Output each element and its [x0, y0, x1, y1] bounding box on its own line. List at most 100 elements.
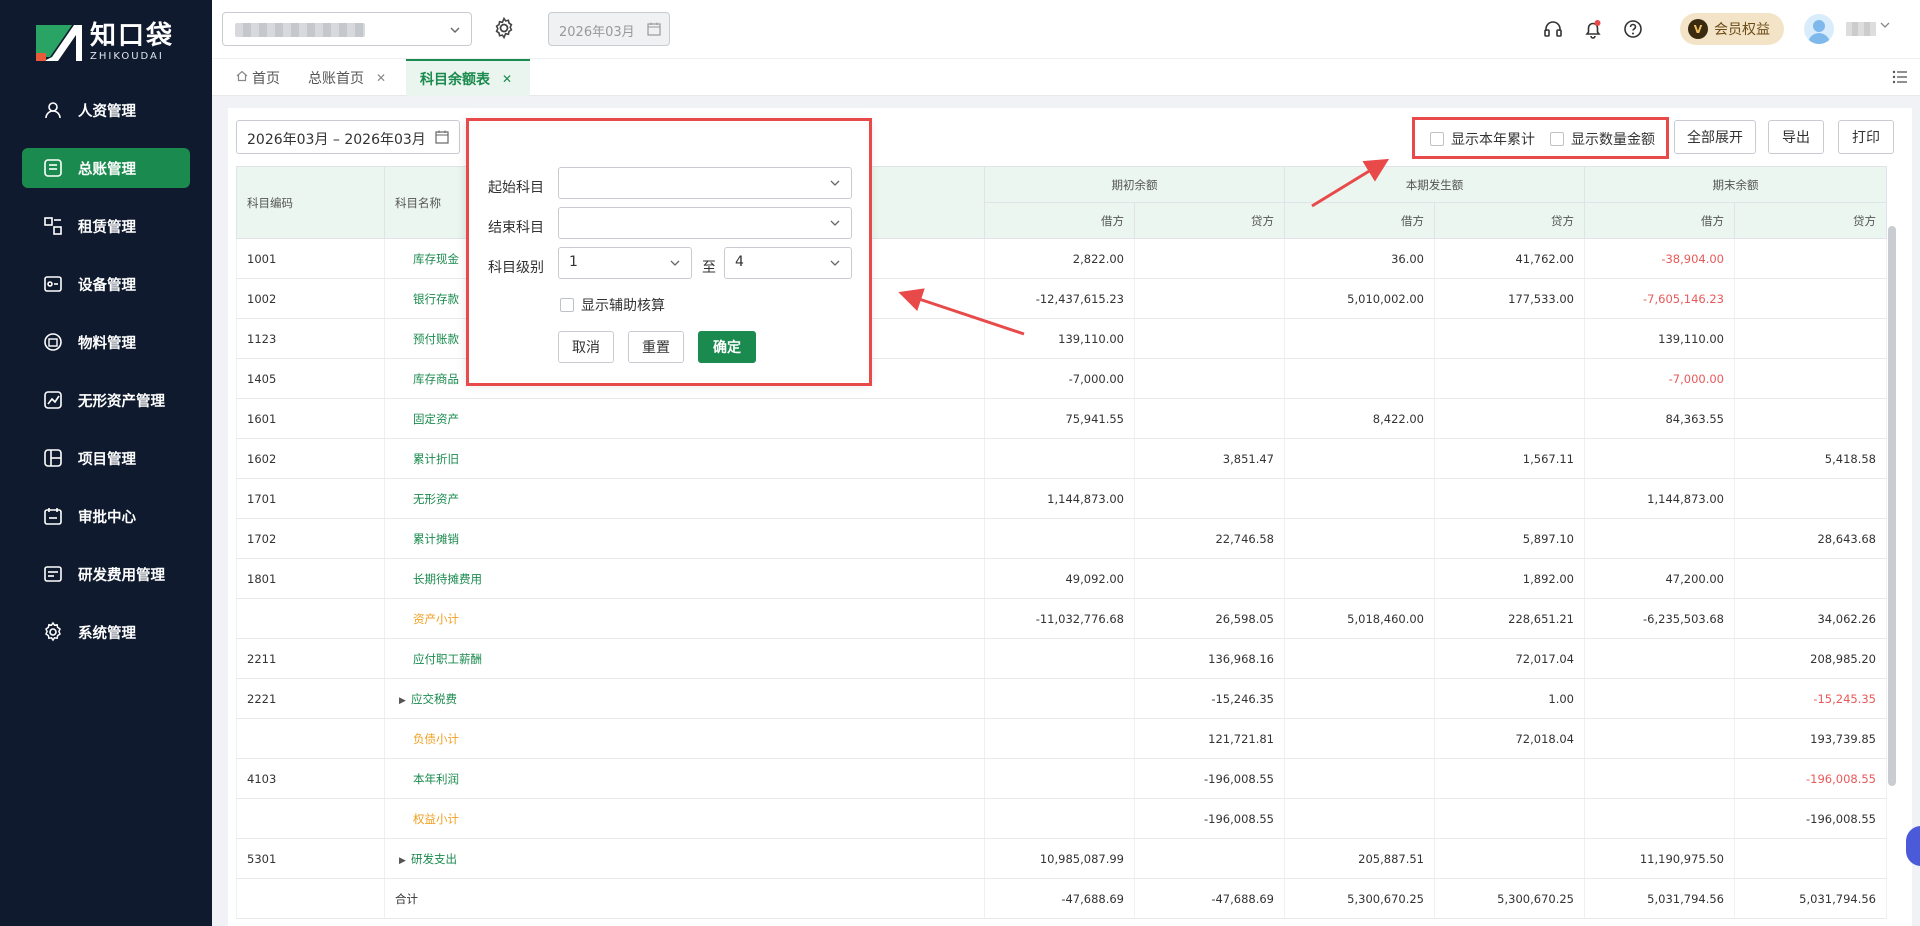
account-name[interactable]: 累计摊销	[413, 532, 459, 546]
start-subject-select[interactable]	[558, 167, 852, 199]
gear-icon[interactable]	[492, 16, 516, 40]
table-row[interactable]: 4103 本年利润 -196,008.55 -196,008.55	[236, 758, 1887, 799]
sidebar-item-people[interactable]: 人资管理	[22, 90, 190, 130]
level-from-select[interactable]: 1	[558, 247, 692, 279]
period-picker[interactable]: 2026年03月	[548, 12, 670, 46]
cell-name[interactable]: ▶ 研发支出	[384, 838, 985, 879]
subtotal-row[interactable]: 资产小计 -11,032,776.68 26,598.05 5,018,460.00 2…	[236, 598, 1887, 639]
sidebar-item-material[interactable]: 物料管理	[22, 322, 190, 362]
show-quantity-checkbox[interactable]: 显示数量金额	[1550, 129, 1655, 149]
checkbox-box[interactable]	[560, 298, 574, 312]
user-avatar[interactable]	[1804, 14, 1834, 44]
account-name[interactable]: 研发支出	[411, 852, 457, 866]
confirm-button[interactable]: 确定	[698, 331, 756, 363]
cell-name[interactable]: ▶ 应交税费	[384, 678, 985, 719]
cell-name[interactable]: 累计摊销	[384, 518, 985, 559]
cell-name[interactable]: 资产小计	[384, 598, 985, 639]
level-to-select[interactable]: 4	[724, 247, 852, 279]
print-button[interactable]: 打印	[1838, 120, 1894, 154]
table-row[interactable]: 1701 无形资产 1,144,873.00 1,144,873.00	[236, 478, 1887, 519]
show-ytd-checkbox[interactable]: 显示本年累计	[1430, 129, 1535, 149]
expand-caret-icon[interactable]: ▶	[399, 696, 411, 706]
reset-button[interactable]: 重置	[628, 331, 684, 363]
subject-level-label: 科目级别	[488, 260, 544, 276]
cell-name[interactable]: 无形资产	[384, 478, 985, 519]
sidebar-item-rd-expense[interactable]: 研发费用管理	[22, 554, 190, 594]
account-name[interactable]: 无形资产	[413, 492, 459, 506]
tab-ledger-home[interactable]: 总账首页 ✕	[294, 59, 400, 96]
expand-all-button[interactable]: 全部展开	[1674, 120, 1756, 154]
lease-icon	[42, 215, 64, 237]
account-name[interactable]: 累计折旧	[413, 452, 459, 466]
table-row[interactable]: 1601 固定资产 75,941.55 8,422.00 84,363.55	[236, 398, 1887, 439]
close-icon[interactable]: ✕	[376, 71, 386, 85]
account-name[interactable]: 本年利润	[413, 772, 459, 786]
headset-icon[interactable]	[1542, 18, 1564, 40]
account-name[interactable]: 权益小计	[413, 812, 459, 826]
cell-name[interactable]: 负债小计	[384, 718, 985, 759]
organization-select[interactable]	[222, 12, 472, 46]
brand-logo[interactable]: 知口袋 ZHIKOUDAI	[36, 22, 174, 64]
end-subject-select[interactable]	[558, 207, 852, 239]
sidebar-item-approval[interactable]: 审批中心	[22, 496, 190, 536]
header-opening: 期初余额	[984, 166, 1285, 203]
account-name[interactable]: 库存商品	[413, 372, 459, 386]
table-row[interactable]: 5301 ▶ 研发支出 10,985,087.99 205,887.51 11,190,9…	[236, 838, 1887, 879]
cell-amount: 28,643.68	[1734, 518, 1887, 559]
account-name[interactable]: 库存现金	[413, 252, 459, 266]
intangible-asset-icon	[42, 389, 64, 411]
cell-name[interactable]: 累计折旧	[384, 438, 985, 479]
date-range-picker[interactable]: 2026年03月 – 2026年03月	[236, 120, 460, 154]
cell-code: 1701	[236, 478, 385, 519]
sidebar-item-intangible-asset[interactable]: 无形资产管理	[22, 380, 190, 420]
show-auxiliary-checkbox[interactable]: 显示辅助核算	[560, 295, 665, 315]
tab-home[interactable]: 首页	[222, 59, 294, 96]
account-name[interactable]: 应交税费	[411, 692, 457, 706]
table-row[interactable]: 1801 长期待摊费用 49,092.00 1,892.00 47,200.00	[236, 558, 1887, 599]
account-name[interactable]: 资产小计	[413, 612, 459, 626]
cell-name[interactable]: 应付职工薪酬	[384, 638, 985, 679]
cell-amount	[1434, 798, 1585, 839]
account-name[interactable]: 长期待摊费用	[413, 572, 482, 586]
table-row[interactable]: 2221 ▶ 应交税费 -15,246.35 1.00 -15,245.35	[236, 678, 1887, 719]
sidebar-item-settings[interactable]: 系统管理	[22, 612, 190, 652]
checkbox-box[interactable]	[1430, 132, 1444, 146]
subtotal-row[interactable]: 负债小计 121,721.81 72,018.04 193,739.85	[236, 718, 1887, 759]
cell-name[interactable]: 权益小计	[384, 798, 985, 839]
account-name[interactable]: 银行存款	[413, 292, 459, 306]
cell-name[interactable]: 长期待摊费用	[384, 558, 985, 599]
sidebar-item-lease[interactable]: 租赁管理	[22, 206, 190, 246]
tab-list-icon[interactable]	[1892, 70, 1908, 88]
sidebar-item-ledger[interactable]: 总账管理	[22, 148, 190, 188]
cell-amount: 36.00	[1284, 238, 1435, 279]
member-benefits-button[interactable]: V 会员权益	[1680, 13, 1784, 45]
sidebar-item-device[interactable]: 设备管理	[22, 264, 190, 304]
table-scrollbar[interactable]	[1888, 226, 1896, 786]
expand-caret-icon[interactable]: ▶	[399, 856, 411, 866]
user-menu-chevron-icon[interactable]	[1880, 20, 1890, 33]
table-row[interactable]: 1702 累计摊销 22,746.58 5,897.10 28,643.68	[236, 518, 1887, 559]
page-tabs: 首页 总账首页 ✕ 科目余额表 ✕	[212, 58, 1920, 96]
close-icon[interactable]: ✕	[502, 72, 512, 86]
export-button[interactable]: 导出	[1768, 120, 1824, 154]
cell-name[interactable]: 固定资产	[384, 398, 985, 439]
username-redacted[interactable]	[1846, 22, 1876, 36]
tab-account-balance[interactable]: 科目余额表 ✕	[406, 59, 530, 96]
sidebar-item-project[interactable]: 项目管理	[22, 438, 190, 478]
account-name[interactable]: 负债小计	[413, 732, 459, 746]
account-name[interactable]: 预付账款	[413, 332, 459, 346]
cell-name[interactable]: 本年利润	[384, 758, 985, 799]
notification-bell-icon[interactable]	[1582, 18, 1604, 40]
table-row[interactable]: 1602 累计折旧 3,851.47 1,567.11 5,418.58	[236, 438, 1887, 479]
checkbox-box[interactable]	[1550, 132, 1564, 146]
account-name[interactable]: 固定资产	[413, 412, 459, 426]
help-icon[interactable]	[1622, 18, 1644, 40]
header-code[interactable]: 科目编码	[236, 166, 385, 239]
account-name[interactable]: 应付职工薪酬	[413, 652, 482, 666]
chat-widget-icon[interactable]	[1906, 826, 1920, 866]
cancel-button[interactable]: 取消	[558, 331, 614, 363]
table-row[interactable]: 2211 应付职工薪酬 136,968.16 72,017.04 208,985.20	[236, 638, 1887, 679]
cell-amount	[1284, 758, 1435, 799]
subtotal-row[interactable]: 权益小计 -196,008.55 -196,008.55	[236, 798, 1887, 839]
cell-amount: 11,190,975.50	[1584, 838, 1735, 879]
